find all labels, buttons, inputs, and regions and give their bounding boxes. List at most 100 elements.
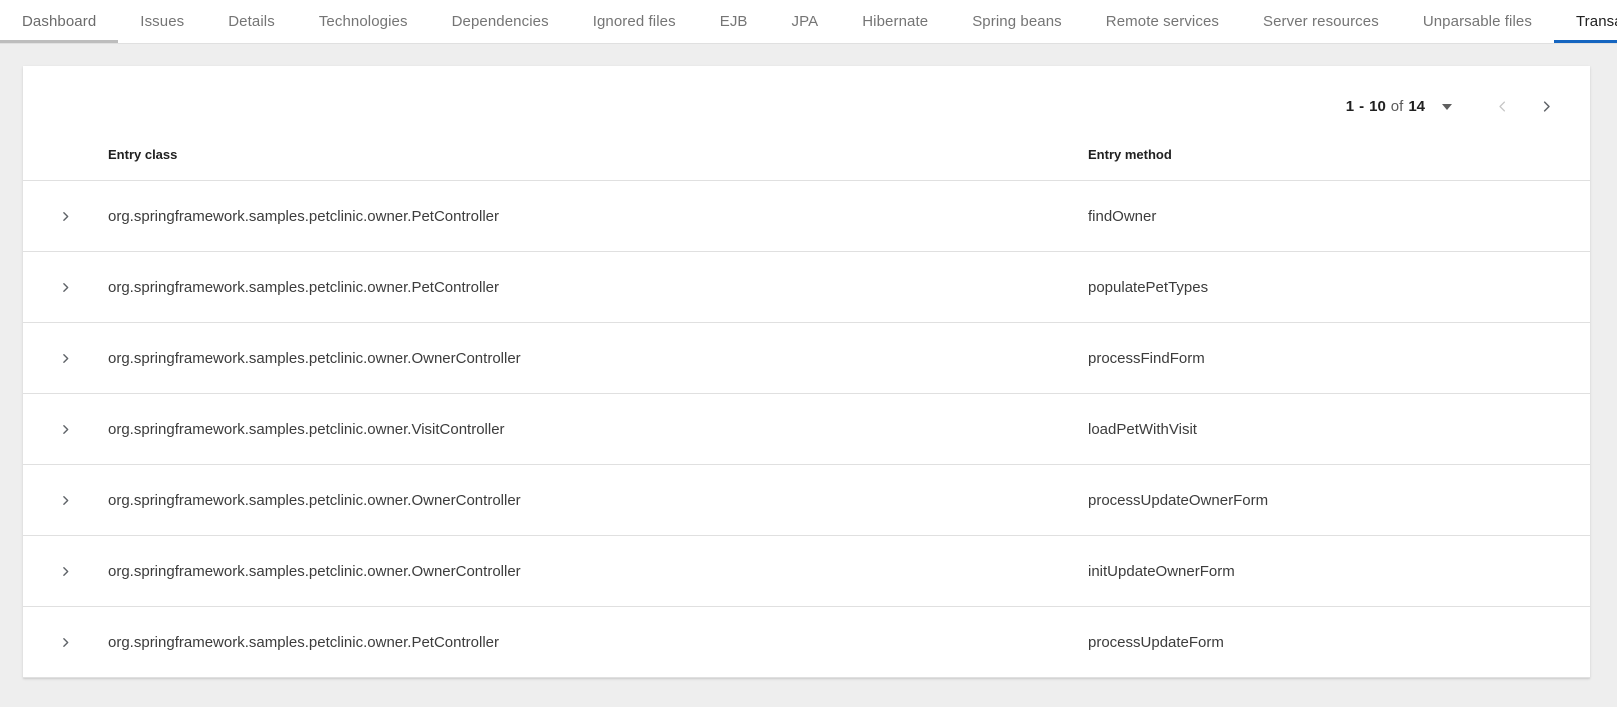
cell-entry-method: initUpdateOwnerForm [1088,536,1590,607]
tab-ignored-files[interactable]: Ignored files [571,0,698,43]
tab-underline [430,40,571,43]
tab-technologies[interactable]: Technologies [297,0,430,43]
table-row[interactable]: org.springframework.samples.petclinic.ow… [23,323,1590,394]
tab-underline [698,40,770,43]
tab-underline [571,40,698,43]
range-of-label: of [1391,98,1404,115]
tab-ejb[interactable]: EJB [698,0,770,43]
tab-underline [770,40,841,43]
row-expand-cell[interactable] [23,252,108,323]
previous-page-button[interactable] [1480,85,1524,129]
tab-underline [206,40,297,43]
tab-unparsable-files[interactable]: Unparsable files [1401,0,1554,43]
tab-remote-services[interactable]: Remote services [1084,0,1241,43]
cell-entry-method: processUpdateOwnerForm [1088,465,1590,536]
cell-entry-method: populatePetTypes [1088,252,1590,323]
row-expand-cell[interactable] [23,394,108,465]
cell-entry-method: loadPetWithVisit [1088,394,1590,465]
tab-label: Dependencies [452,13,549,30]
table-row[interactable]: org.springframework.samples.petclinic.ow… [23,465,1590,536]
chevron-right-icon [59,565,72,578]
tab-dashboard[interactable]: Dashboard [0,0,118,43]
cell-entry-class: org.springframework.samples.petclinic.ow… [108,323,1088,394]
tab-label: Remote services [1106,13,1219,30]
tab-underline [118,40,206,43]
table-row[interactable]: org.springframework.samples.petclinic.ow… [23,394,1590,465]
chevron-right-icon [1539,99,1554,114]
expand-row-button[interactable] [23,252,108,322]
cell-entry-class: org.springframework.samples.petclinic.ow… [108,536,1088,607]
paginator: 1 - 10 of 14 [23,66,1590,147]
tab-label: Transactions [1576,13,1617,30]
tab-label: Spring beans [972,13,1062,30]
next-page-button[interactable] [1524,85,1568,129]
transactions-card: 1 - 10 of 14 [23,66,1590,678]
tab-hibernate[interactable]: Hibernate [840,0,950,43]
tab-label: Issues [140,13,184,30]
tab-underline [1084,40,1241,43]
range-start: 1 [1346,98,1354,115]
table-row[interactable]: org.springframework.samples.petclinic.ow… [23,536,1590,607]
cell-entry-method: findOwner [1088,181,1590,252]
tab-label: Server resources [1263,13,1379,30]
table-row[interactable]: org.springframework.samples.petclinic.ow… [23,181,1590,252]
tab-issues[interactable]: Issues [118,0,206,43]
tab-server-resources[interactable]: Server resources [1241,0,1401,43]
transactions-table: Entry class Entry method org.springframe… [23,147,1590,678]
expand-row-button[interactable] [23,394,108,464]
cell-entry-class: org.springframework.samples.petclinic.ow… [108,394,1088,465]
row-expand-cell[interactable] [23,181,108,252]
expand-row-button[interactable] [23,536,108,606]
tab-details[interactable]: Details [206,0,297,43]
tab-dependencies[interactable]: Dependencies [430,0,571,43]
table-body: org.springframework.samples.petclinic.ow… [23,181,1590,678]
expand-row-button[interactable] [23,323,108,393]
tab-label: Hibernate [862,13,928,30]
tab-label: Unparsable files [1423,13,1532,30]
expand-row-button[interactable] [23,181,108,251]
tab-transactions[interactable]: Transactions [1554,0,1617,43]
primary-tab-bar: Dashboard Issues Details Technologies Depend… [0,0,1617,44]
chevron-right-icon [59,210,72,223]
paginator-range-label: 1 - 10 of 14 [1346,98,1452,115]
row-expand-cell[interactable] [23,465,108,536]
range-separator: - [1359,98,1364,115]
expand-row-button[interactable] [23,465,108,535]
tab-label: EJB [720,13,748,30]
range-total: 14 [1408,98,1425,115]
tab-spring-beans[interactable]: Spring beans [950,0,1084,43]
column-header-expand [23,147,108,181]
tab-underline [0,40,118,43]
tab-underline [950,40,1084,43]
tab-underline [1241,40,1401,43]
cell-entry-method: processUpdateForm [1088,607,1590,678]
tab-label: JPA [792,13,819,30]
table-row[interactable]: org.springframework.samples.petclinic.ow… [23,252,1590,323]
row-expand-cell[interactable] [23,323,108,394]
expand-row-button[interactable] [23,607,108,677]
chevron-right-icon [59,494,72,507]
column-header-entry-class: Entry class [108,147,1088,181]
table-header-row: Entry class Entry method [23,147,1590,181]
row-expand-cell[interactable] [23,536,108,607]
table-header: Entry class Entry method [23,147,1590,181]
cell-entry-class: org.springframework.samples.petclinic.ow… [108,252,1088,323]
page-content: 1 - 10 of 14 [0,44,1617,678]
tab-underline [297,40,430,43]
table-row[interactable]: org.springframework.samples.petclinic.ow… [23,607,1590,678]
tab-underline [1554,40,1617,43]
column-header-entry-method: Entry method [1088,147,1590,181]
chevron-right-icon [59,281,72,294]
row-expand-cell[interactable] [23,607,108,678]
range-end: 10 [1369,98,1386,115]
cell-entry-class: org.springframework.samples.petclinic.ow… [108,465,1088,536]
tab-label: Dashboard [22,13,96,30]
tab-jpa[interactable]: JPA [770,0,841,43]
chevron-right-icon [59,423,72,436]
cell-entry-method: processFindForm [1088,323,1590,394]
tab-label: Details [228,13,275,30]
chevron-down-icon[interactable] [1442,104,1452,110]
chevron-right-icon [59,352,72,365]
tab-label: Ignored files [593,13,676,30]
chevron-left-icon [1495,99,1510,114]
